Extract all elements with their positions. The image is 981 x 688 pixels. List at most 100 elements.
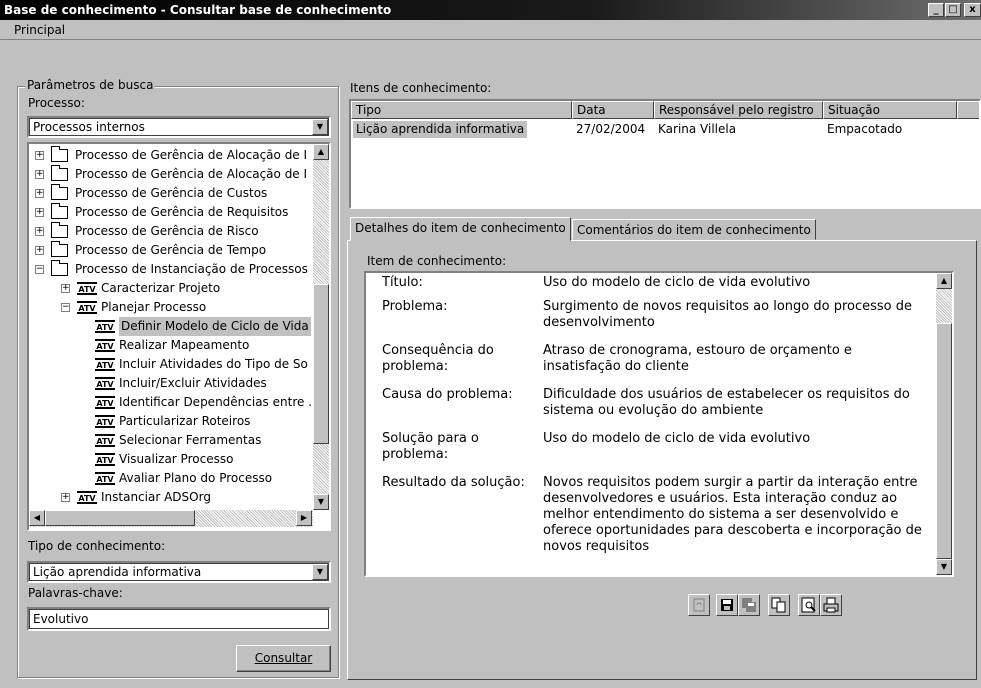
save-icon[interactable]: [716, 594, 738, 616]
tree-item[interactable]: + Processo de Gerência de Risco: [29, 222, 313, 241]
close-button[interactable]: x: [964, 3, 981, 17]
field-label: Solução para o problema:: [382, 431, 479, 462]
scroll-up-icon[interactable]: ▲: [313, 144, 329, 160]
minimize-button[interactable]: _: [928, 3, 944, 17]
tree-item-label: Caracterizar Projeto: [101, 281, 221, 295]
tree-item[interactable]: ATV Realizar Mapeamento: [29, 336, 313, 355]
activity-icon: ATV: [95, 339, 115, 352]
expand-icon[interactable]: +: [61, 493, 70, 502]
col-tipo[interactable]: Tipo: [351, 101, 572, 119]
tree-item[interactable]: ATV Avaliar Plano do Processo: [29, 469, 313, 488]
col-data[interactable]: Data: [572, 101, 654, 119]
field-value: Uso do modelo de ciclo de vida evolutivo: [543, 431, 811, 446]
folder-icon: [51, 203, 68, 219]
chevron-down-icon[interactable]: ▼: [312, 119, 328, 135]
tree-item[interactable]: + Processo de Gerência de Custos: [29, 184, 313, 203]
tree-hscroll-thumb[interactable]: [45, 510, 195, 526]
palavras-input[interactable]: Evolutivo: [27, 607, 331, 631]
collapse-icon[interactable]: −: [61, 303, 70, 312]
details-vscrollbar[interactable]: ▲ ▼: [936, 273, 952, 575]
processo-dropdown[interactable]: Processos internos ▼: [27, 116, 331, 138]
tree-item[interactable]: + ATV Caracterizar Projeto: [29, 279, 313, 298]
folder-icon: [51, 165, 68, 181]
expand-icon[interactable]: +: [61, 284, 70, 293]
expand-icon[interactable]: +: [35, 170, 44, 179]
tree-scroll-thumb[interactable]: [313, 284, 329, 444]
tree-item-label: Avaliar Plano do Processo: [119, 471, 273, 485]
chevron-down-icon[interactable]: ▼: [312, 564, 328, 580]
activity-icon: ATV: [95, 320, 115, 333]
items-label: Itens de conhecimento:: [350, 81, 492, 95]
tree-item[interactable]: + Processo de Gerência de Alocação de I: [29, 165, 313, 184]
consultar-button[interactable]: Consultar: [236, 645, 331, 672]
tree-item[interactable]: ATV Visualizar Processo: [29, 450, 313, 469]
tree-item[interactable]: + Processo de Gerência de Requisitos: [29, 203, 313, 222]
scroll-left-icon[interactable]: ◀: [29, 510, 45, 526]
scroll-down-icon[interactable]: ▼: [313, 494, 329, 510]
items-list[interactable]: Tipo Data Responsável pelo registro Situ…: [349, 99, 981, 209]
item-details: Título: Uso do modelo de ciclo de vida ev…: [364, 271, 954, 577]
activity-icon: ATV: [95, 472, 115, 485]
expand-icon[interactable]: +: [35, 208, 44, 217]
print-preview-icon[interactable]: [798, 594, 820, 616]
action-toolbar: [688, 594, 888, 618]
scroll-up-icon[interactable]: ▲: [936, 273, 952, 289]
field-label: Consequência do problema:: [382, 343, 494, 374]
details-scroll-thumb[interactable]: [936, 323, 952, 559]
tree-item-label: Particularizar Roteiros: [119, 414, 251, 428]
tree-item[interactable]: − Processo de Instanciação de Processos: [29, 260, 313, 279]
tree-item[interactable]: + Processo de Gerência de Alocação de I: [29, 146, 313, 165]
tree-hscrollbar[interactable]: ◀ ▶: [29, 510, 313, 527]
tree-item[interactable]: ATV Selecionar Ferramentas: [29, 431, 313, 450]
tree-item-label: Identificar Dependências entre .: [119, 395, 313, 409]
tree-item[interactable]: ATV Identificar Dependências entre .: [29, 393, 313, 412]
details-fields: Título: Uso do modelo de ciclo de vida ev…: [366, 273, 936, 575]
process-tree[interactable]: + Processo de Gerência de Alocação de I + P…: [27, 142, 331, 531]
tree-item-label: Processo de Gerência de Custos: [75, 186, 268, 200]
menu-principal[interactable]: Principal: [14, 23, 65, 37]
folder-icon: [51, 184, 68, 200]
expand-icon[interactable]: +: [35, 151, 44, 160]
field-value: Novos requisitos podem surgir a partir d…: [543, 475, 922, 554]
tree-item-label: Definir Modelo de Ciclo de Vida: [119, 317, 311, 336]
activity-icon: ATV: [77, 301, 97, 314]
expand-icon[interactable]: +: [35, 227, 44, 236]
activity-icon: ATV: [77, 282, 97, 295]
tree-vscrollbar[interactable]: ▲ ▼: [313, 144, 329, 510]
maximize-button[interactable]: □: [945, 3, 961, 17]
tree-item-label: Instanciar ADSOrg: [101, 490, 211, 504]
tree-item[interactable]: ATV Definir Modelo de Ciclo de Vida: [29, 317, 313, 336]
print-icon[interactable]: [820, 594, 842, 616]
tree-item[interactable]: − ATV Planejar Processo: [29, 298, 313, 317]
scroll-right-icon[interactable]: ▶: [296, 510, 312, 526]
expand-icon[interactable]: +: [35, 246, 44, 255]
expand-icon[interactable]: +: [35, 189, 44, 198]
tree-item-label: Processo de Gerência de Requisitos: [75, 205, 289, 219]
cell-tipo: Lição aprendida informativa: [353, 121, 528, 138]
item-group-label: Item de conhecimento:: [367, 254, 507, 268]
col-situacao[interactable]: Situação: [823, 101, 957, 119]
col-responsavel[interactable]: Responsável pelo registro: [654, 101, 823, 119]
window-title: Base de conhecimento - Consultar base de…: [4, 3, 392, 17]
copy-icon[interactable]: [768, 594, 790, 616]
title-bar: Base de conhecimento - Consultar base de…: [0, 0, 981, 20]
field-value: Uso do modelo de ciclo de vida evolutivo: [543, 275, 811, 290]
table-row[interactable]: Lição aprendida informativa 27/02/2004 K…: [351, 121, 979, 138]
tree-item[interactable]: + Processo de Gerência de Tempo: [29, 241, 313, 260]
save-all-icon[interactable]: [738, 594, 760, 616]
tree-item-label: Planejar Processo: [101, 300, 207, 314]
scroll-down-icon[interactable]: ▼: [936, 559, 952, 575]
tab-comentarios[interactable]: Comentários do item de conhecimento: [572, 219, 816, 240]
folder-icon: [51, 260, 68, 276]
processo-label: Processo:: [28, 96, 85, 110]
refresh-icon[interactable]: [688, 594, 710, 616]
collapse-icon[interactable]: −: [35, 265, 44, 274]
tree-item[interactable]: ATV Incluir/Excluir Atividades: [29, 374, 313, 393]
tree-item[interactable]: ATV Particularizar Roteiros: [29, 412, 313, 431]
tipo-dropdown[interactable]: Lição aprendida informativa ▼: [27, 561, 331, 583]
tree-item-label: Processo de Gerência de Tempo: [75, 243, 267, 257]
tree-item[interactable]: ATV Incluir Atividades do Tipo de So: [29, 355, 313, 374]
tab-detalhes[interactable]: Detalhes do item de conhecimento: [350, 217, 571, 241]
processo-value: Processos internos: [33, 120, 145, 134]
tree-item[interactable]: + ATV Instanciar ADSOrg: [29, 488, 313, 506]
